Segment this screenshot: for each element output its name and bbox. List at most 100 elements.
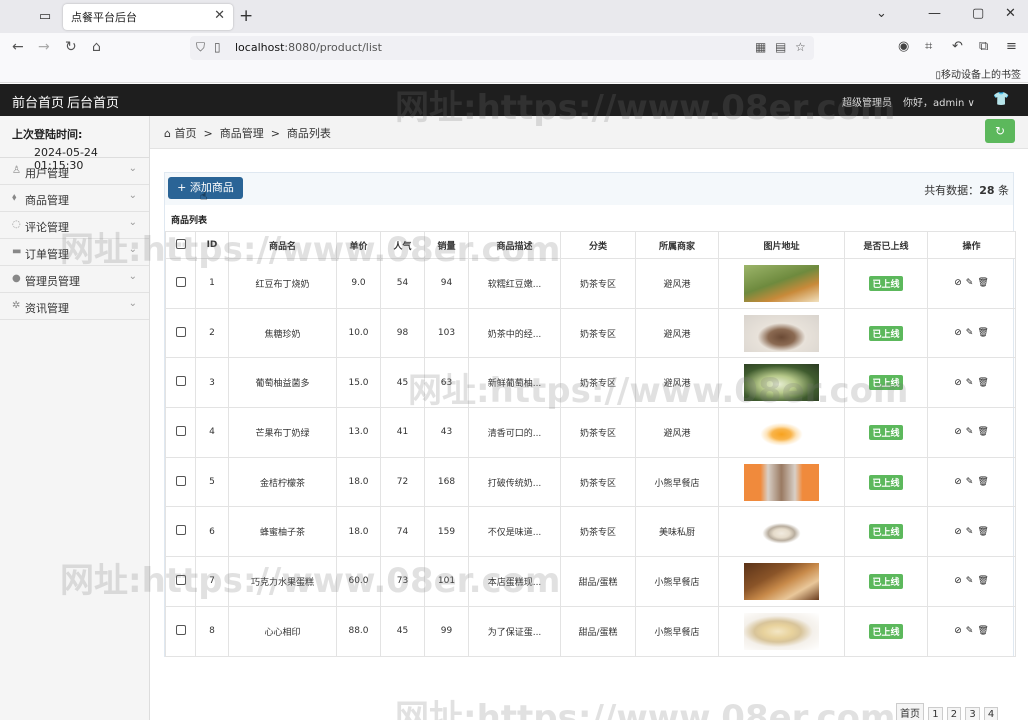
extensions-icon[interactable]: ⧉ [979,39,988,54]
row-checkbox[interactable] [175,624,186,635]
chevron-down-icon: ⌄ [128,217,137,228]
row-checkbox[interactable] [175,475,186,486]
back-icon[interactable]: ← [12,39,24,55]
table-row: 1 红豆布丁烧奶 9.0 54 94 软糯红豆嫩... 奶茶专区 避风港 已上线… [165,258,1016,309]
menu-icon[interactable]: ≡ [1006,39,1017,54]
sidebar-item-news[interactable]: ✲ 资讯管理 ⌄ [0,293,149,320]
edit-icon[interactable]: ✎ [966,427,974,437]
sidebar-item-comments[interactable]: ◌ 评论管理 ⌄ [0,212,149,239]
delete-icon[interactable]: 🗑 [977,427,988,437]
toggle-status-icon[interactable]: ⊘ [954,477,962,487]
edit-icon[interactable]: ✎ [966,576,974,586]
row-checkbox[interactable] [175,525,186,536]
page-link[interactable]: 1 [928,707,943,720]
col-header: 分类 [560,231,636,259]
breadcrumb-bar: ⌂ 首页 > 商品管理 > 商品列表 ↻ [150,116,1028,149]
shield-icon[interactable]: ⛉ [196,40,205,55]
toggle-status-icon[interactable]: ⊘ [954,378,962,388]
delete-icon[interactable]: 🗑 [977,328,988,338]
breadcrumb-home[interactable]: 首页 [174,127,196,140]
sidebar-item-admins[interactable]: ● 管理员管理 ⌄ [0,266,149,293]
browser-tab-active[interactable]: 点餐平台后台 ✕ [63,4,233,30]
row-checkbox[interactable] [175,326,186,337]
row-checkbox[interactable] [175,376,186,387]
delete-icon[interactable]: 🗑 [977,477,988,487]
breadcrumb-section[interactable]: 商品管理 [220,127,264,140]
status-badge: 已上线 [869,375,903,391]
toggle-status-icon[interactable]: ⊘ [954,626,962,636]
new-tab-icon[interactable]: + [239,6,253,26]
maximize-icon[interactable]: ▢ [972,6,984,21]
back-home-link[interactable]: 后台首页 [67,92,119,111]
browser-tab-bar: ▭ 点餐平台后台 ✕ + ⌄ — ▢ ✕ [0,0,1028,33]
chevron-down-icon[interactable]: ⌄ [876,6,887,21]
select-all-checkbox[interactable] [175,238,186,249]
account-icon[interactable]: ◉ [898,39,909,54]
sidebar-item-products[interactable]: ⬧ 商品管理 ⌄ [0,185,149,212]
product-image [744,463,819,501]
delete-icon[interactable]: 🗑 [977,576,988,586]
delete-icon[interactable]: 🗑 [977,527,988,537]
product-image [744,513,819,551]
row-checkbox[interactable] [175,425,186,436]
window-close-icon[interactable]: ✕ [1005,6,1016,21]
status-badge: 已上线 [869,275,903,291]
user-icon: ♙ [12,165,21,176]
page-first[interactable]: 首页 [896,703,924,720]
delete-icon[interactable]: 🗑 [977,626,988,636]
last-login-box: 上次登陆时间: 2024-05-24 01:15:30 [0,116,149,172]
edit-icon[interactable]: ✎ [966,328,974,338]
url-text[interactable]: localhost:8080/product/list [235,41,382,54]
edit-icon[interactable]: ✎ [966,527,974,537]
toggle-status-icon[interactable]: ⊘ [954,576,962,586]
panel-toolbar: + 添加商品 ☝ 共有数据：28 条 [165,173,1013,205]
skin-icon[interactable]: 👕 [993,92,1009,107]
pagination: 首页 1 2 3 4 末页 [895,703,1028,720]
col-header: 商品名 [228,231,337,259]
minimize-icon[interactable]: — [928,6,941,21]
tab-list-icon[interactable]: ▭ [36,8,54,26]
col-header: 所属商家 [635,231,719,259]
tag-icon: ⬧ [12,192,17,203]
forward-icon[interactable]: → [38,39,50,55]
edit-icon[interactable]: ✎ [966,477,974,487]
status-badge: 已上线 [869,524,903,540]
gear-icon: ✲ [12,300,21,311]
toggle-status-icon[interactable]: ⊘ [954,427,962,437]
sidebar-item-users[interactable]: ♙ 用户管理 ⌄ [0,158,149,185]
status-badge: 已上线 [869,573,903,589]
delete-icon[interactable]: 🗑 [977,378,988,388]
close-tab-icon[interactable]: ✕ [214,8,225,23]
address-bar[interactable]: ⛉ ▯ localhost:8080/product/list ▦ ▤ ☆ [190,36,814,60]
toggle-status-icon[interactable]: ⊘ [954,527,962,537]
bookmark-star-icon[interactable]: ☆ [795,40,806,54]
table-row: 7 巧克力水果蛋糕 60.0 73 101 本店蛋糕现... 甜品/蛋糕 小熊早… [165,556,1016,607]
row-checkbox[interactable] [175,574,186,585]
edit-icon[interactable]: ✎ [966,626,974,636]
qr-code-icon[interactable]: ▦ [755,40,766,54]
row-checkbox[interactable] [175,276,186,287]
reader-view-icon[interactable]: ▤ [775,40,786,54]
table-row: 4 芒果布丁奶绿 13.0 41 43 清香可口的... 奶茶专区 避风港 已上… [165,407,1016,458]
reload-icon[interactable]: ↻ [65,39,77,55]
product-image [744,314,819,352]
page-link[interactable]: 4 [983,707,999,720]
select-all-cell [165,231,196,259]
toggle-status-icon[interactable]: ⊘ [954,328,962,338]
page-link[interactable]: 3 [965,707,980,720]
edit-icon[interactable]: ✎ [966,278,974,288]
comment-icon: ◌ [12,219,21,230]
refresh-button[interactable]: ↻ [985,119,1015,143]
breadcrumb: ⌂ 首页 > 商品管理 > 商品列表 [164,127,331,140]
crop-icon[interactable]: ⌗ [925,39,932,54]
delete-icon[interactable]: 🗑 [977,278,988,288]
page-link[interactable]: 2 [946,707,962,720]
sidebar-item-orders[interactable]: ▬ 订单管理 ⌄ [0,239,149,266]
undo-icon[interactable]: ↶ [952,39,963,54]
edit-icon[interactable]: ✎ [966,378,974,388]
toggle-status-icon[interactable]: ⊘ [954,278,962,288]
front-home-link[interactable]: 前台首页 [12,92,64,111]
home-icon[interactable]: ⌂ [92,39,101,55]
mobile-bookmarks[interactable]: ▯移动设备上的书签 [935,66,1021,81]
user-menu[interactable]: 你好，admin ∨ [903,94,975,109]
